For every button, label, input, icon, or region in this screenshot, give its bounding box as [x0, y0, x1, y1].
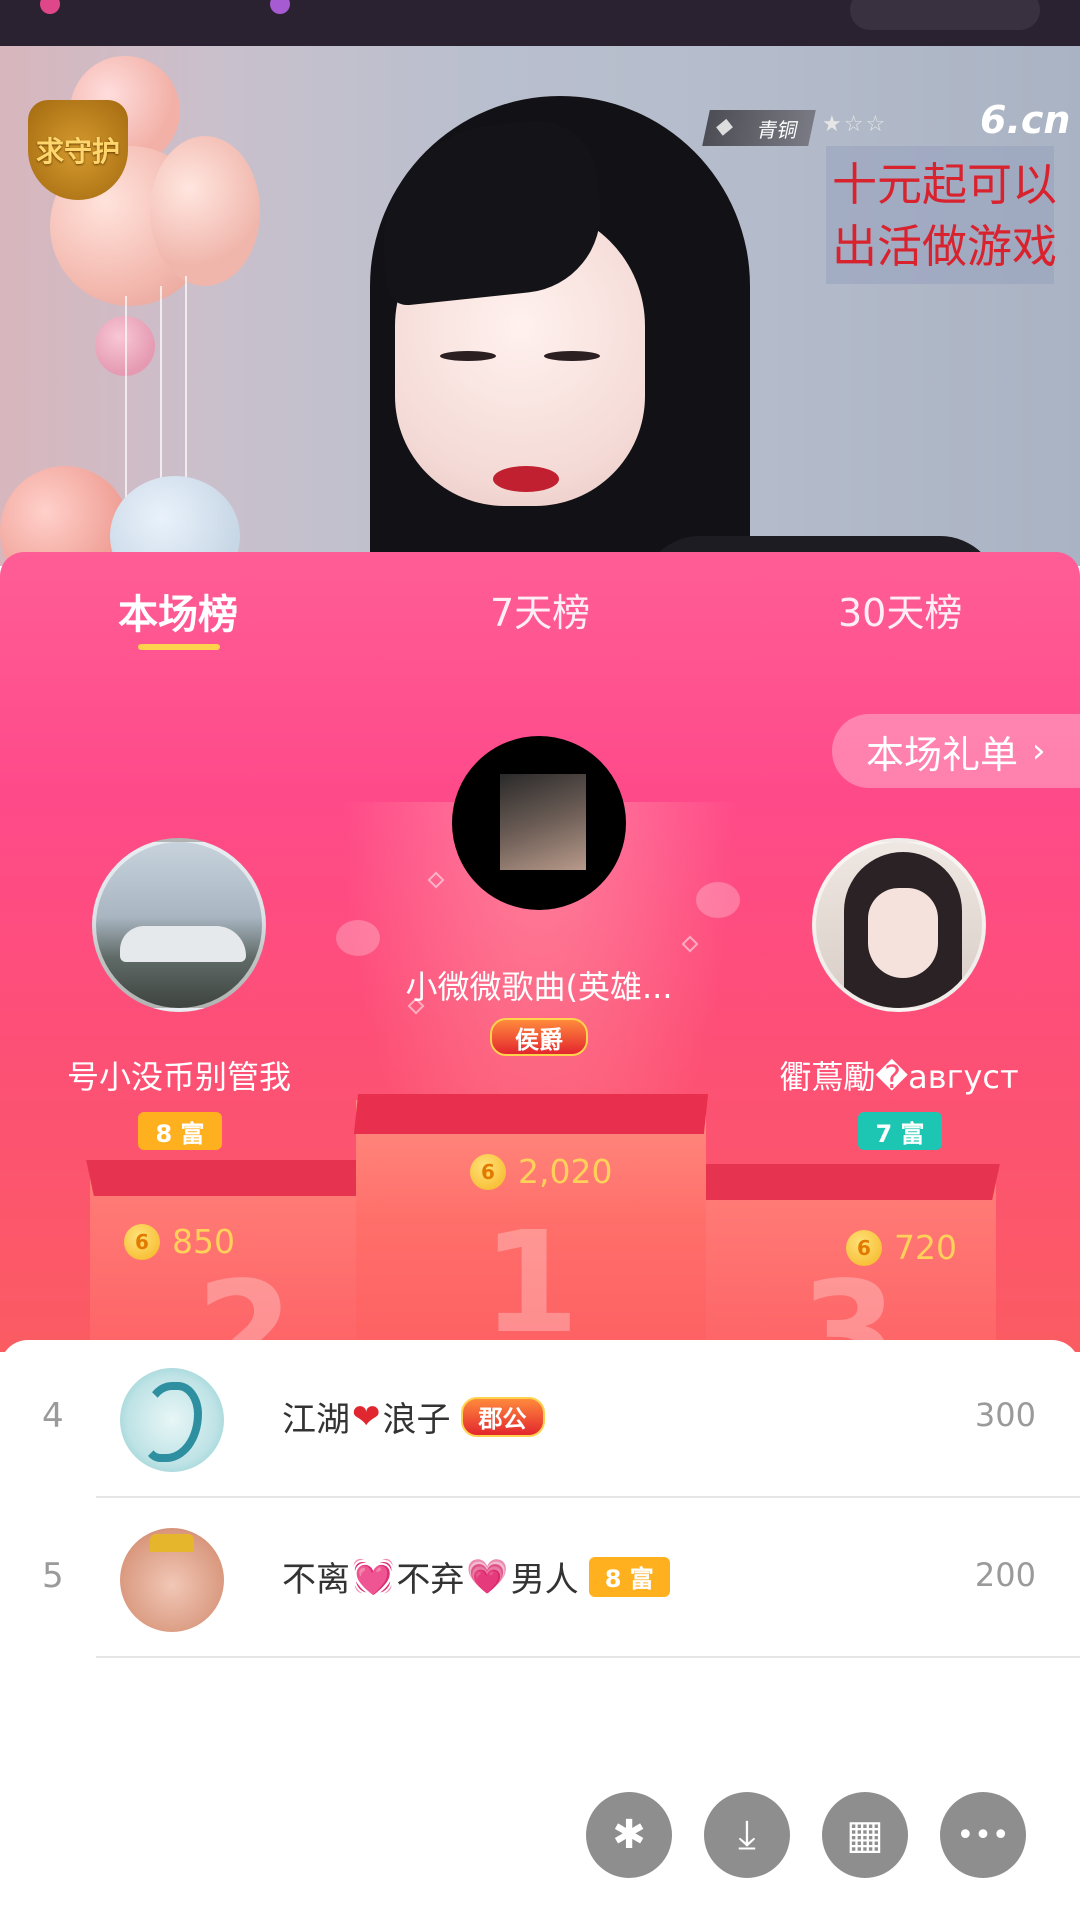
name-part: 男人	[510, 1560, 579, 1600]
promo-overlay: 十元起可以 出活做游戏	[826, 146, 1058, 284]
guard-badge-button[interactable]: 求守护	[28, 100, 128, 200]
wealth-level-badge: 7 富	[858, 1112, 942, 1150]
tab-30-days[interactable]: 30天榜	[838, 582, 962, 637]
chevron-right-icon: ›	[1032, 731, 1046, 771]
podium-number: 3	[800, 1252, 898, 1352]
guard-label: 求守护	[35, 135, 120, 168]
promo-line: 出活做游戏	[832, 220, 1058, 273]
list-score: 300	[974, 1396, 1036, 1434]
coin-icon: 6	[124, 1223, 160, 1260]
name-part: 浪子	[382, 1400, 451, 1440]
leaderboard-tabs: 本场榜 7天榜 30天榜	[0, 552, 1080, 662]
coin-icon: 6	[846, 1229, 882, 1266]
heart-icon: 💗	[466, 1556, 509, 1597]
first-place-coins: 6 2,020	[470, 1152, 612, 1191]
share-button[interactable]: ✱	[586, 1792, 672, 1878]
status-dot	[40, 0, 60, 14]
list-score: 200	[974, 1556, 1036, 1594]
grid-icon: ▦	[846, 1812, 884, 1858]
grid-button[interactable]: ▦	[822, 1792, 908, 1878]
wealth-level-badge: 8 富	[588, 1556, 670, 1597]
gift-list-label: 本场礼单	[866, 732, 1019, 777]
download-icon: ⤓	[738, 1812, 756, 1858]
ranking-list: 4 江湖 ❤ 浪子 郡公 300 5 不离 💓 不弃 💗 男人 8 富 200	[0, 1340, 1080, 1920]
name-part: 不弃	[396, 1560, 465, 1600]
heart-icon: ❤	[352, 1396, 381, 1437]
balloon	[150, 136, 260, 286]
first-place-avatar[interactable]	[452, 736, 626, 910]
podium-first-top	[353, 1094, 709, 1134]
name-part: 江湖	[282, 1400, 350, 1440]
more-button[interactable]: •••	[940, 1792, 1026, 1878]
streamer-eye	[440, 351, 496, 361]
list-rank: 5	[42, 1556, 64, 1596]
balloon	[0, 466, 130, 566]
list-item[interactable]: 4 江湖 ❤ 浪子 郡公 300	[0, 1340, 1080, 1498]
list-username: 不离 💓 不弃 💗 男人 8 富	[282, 1552, 670, 1601]
leaderboard-panel: 本场榜 7天榜 30天榜 本场礼单 › 1 2 3 小微微歌曲(英雄... 侯爵…	[0, 552, 1080, 1352]
name-part: 不离	[282, 1560, 350, 1600]
third-place-coins: 6 720	[846, 1228, 957, 1267]
decor-bubble	[696, 882, 740, 918]
promo-line: 十元起可以	[832, 158, 1058, 211]
active-tab-indicator	[138, 644, 220, 650]
list-avatar[interactable]	[120, 1368, 224, 1472]
download-button[interactable]: ⤓	[704, 1792, 790, 1878]
row-divider	[96, 1656, 1080, 1658]
status-strip	[0, 0, 1080, 46]
coin-icon: 6	[470, 1153, 506, 1190]
podium-third-top	[696, 1164, 1000, 1200]
list-avatar[interactable]	[120, 1528, 224, 1632]
status-dot	[270, 0, 290, 14]
list-rank: 4	[42, 1396, 64, 1436]
second-place-coins: 6 850	[124, 1222, 235, 1261]
rank-level: 青铜	[755, 117, 801, 142]
anchor-rank-badge[interactable]: ◆ 青铜	[702, 110, 816, 146]
podium-number: 2	[196, 1252, 294, 1352]
top-pill[interactable]	[850, 0, 1040, 30]
podium-second-top	[86, 1160, 374, 1196]
wealth-level-badge: 8 富	[138, 1112, 222, 1150]
coin-amount: 720	[894, 1228, 957, 1267]
second-place-avatar[interactable]	[92, 838, 266, 1012]
gift-list-button[interactable]: 本场礼单 ›	[832, 714, 1080, 788]
coin-amount: 850	[172, 1222, 235, 1261]
row-divider	[96, 1496, 1080, 1498]
first-place-name[interactable]: 小微微歌曲(英雄...	[396, 962, 682, 1008]
more-icon: •••	[956, 1817, 1010, 1853]
coin-amount: 2,020	[518, 1152, 613, 1191]
streamer-eye	[544, 351, 600, 361]
decor-bubble	[336, 920, 380, 956]
share-icon: ✱	[612, 1812, 646, 1858]
site-logo: 6.cn	[980, 98, 1071, 142]
rank-emblem-icon: ◆	[713, 114, 736, 139]
live-video[interactable]: 求守护 ◆ 青铜 ★☆☆ 6.cn 十元起可以 出活做游戏	[0, 46, 1080, 566]
list-username: 江湖 ❤ 浪子 郡公	[282, 1392, 545, 1441]
noble-title-badge: 侯爵	[490, 1018, 588, 1056]
heart-icon: 💓	[352, 1556, 395, 1597]
tab-this-session[interactable]: 本场榜	[118, 582, 238, 640]
third-place-avatar[interactable]	[812, 838, 986, 1012]
balloon-string	[125, 296, 127, 516]
third-place-name[interactable]: 衢蔦勵�август	[776, 1052, 1022, 1098]
streamer-lips	[493, 466, 559, 492]
tab-7-days[interactable]: 7天榜	[490, 582, 590, 637]
podium-number: 1	[482, 1202, 580, 1352]
rank-stars: ★☆☆	[822, 112, 888, 137]
noble-title-badge: 郡公	[460, 1396, 545, 1437]
second-place-name[interactable]: 号小没币别管我	[48, 1052, 310, 1098]
list-item[interactable]: 5 不离 💓 不弃 💗 男人 8 富 200	[0, 1500, 1080, 1658]
